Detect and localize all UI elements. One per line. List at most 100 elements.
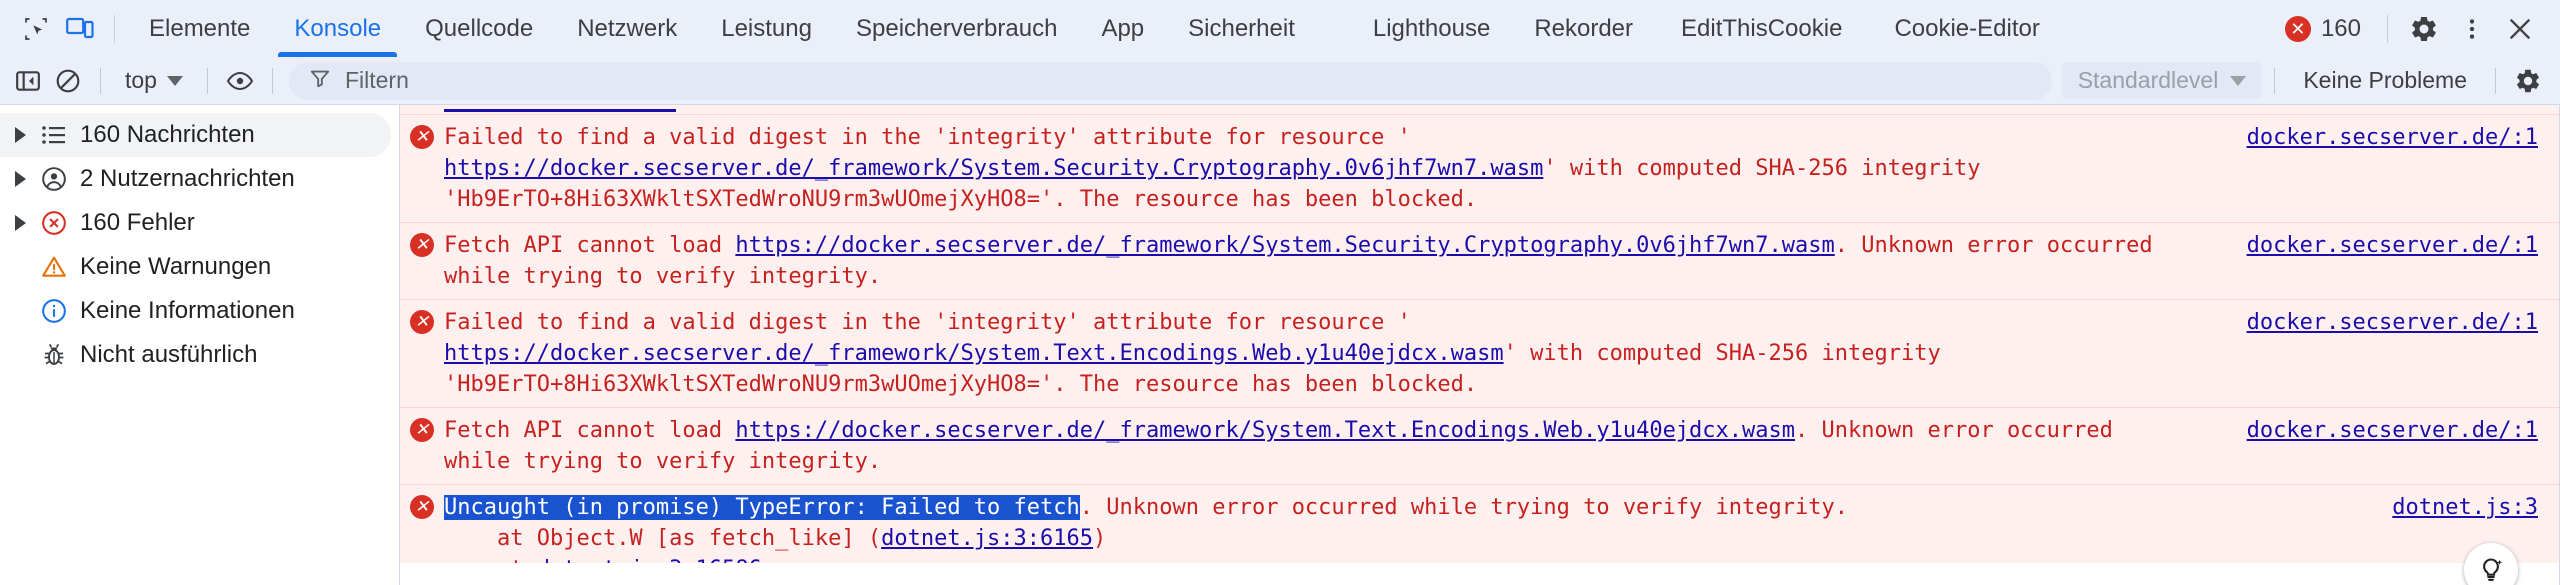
console-message-list[interactable]: ✕ Failed to find a valid digest in the '…	[400, 105, 2560, 585]
message-text-run: Fetch API cannot load	[444, 233, 736, 258]
context-selector[interactable]: top	[113, 63, 195, 98]
tab-label: App	[1101, 14, 1145, 42]
sidebar-item-label: Keine Warnungen	[80, 253, 272, 280]
devtools-tabbar: Elemente Konsole Quellcode Netzwerk Leis…	[0, 0, 2560, 57]
expand-triangle-icon[interactable]	[6, 171, 34, 187]
selected-text: Uncaught (in promise) TypeError: Failed …	[444, 495, 1080, 520]
console-message-text: Fetch API cannot load https://docker.sec…	[444, 415, 2247, 477]
console-message-text: Failed to find a valid digest in the 'in…	[444, 307, 2247, 400]
tab-label: Leistung	[721, 14, 812, 42]
clear-console-icon[interactable]	[48, 61, 88, 101]
tab-netzwerk[interactable]: Netzwerk	[555, 0, 699, 57]
inline-link[interactable]: https://docker.secserver.de/_framework/S…	[735, 233, 1834, 258]
tab-label: Konsole	[294, 14, 382, 42]
expand-triangle-icon[interactable]	[6, 215, 34, 231]
inspect-cursor-icon[interactable]	[14, 7, 58, 51]
error-icon: ✕	[400, 122, 444, 215]
source-link[interactable]: docker.secserver.de/:1	[2247, 233, 2538, 258]
panel-toggle-icon[interactable]	[8, 61, 48, 101]
gear-icon[interactable]	[2508, 61, 2548, 101]
console-message-source[interactable]: docker.secserver.de/:1	[2247, 122, 2560, 215]
message-text-run: Failed to find a valid digest in the 'in…	[444, 125, 1411, 150]
source-link[interactable]: dotnet.js:3	[2392, 495, 2538, 520]
message-text-run: Fetch API cannot load	[444, 418, 736, 443]
chevron-down-icon	[166, 75, 183, 86]
source-link[interactable]: docker.secserver.de/:1	[2247, 310, 2538, 335]
issues-status[interactable]: Keine Probleme	[2287, 67, 2483, 94]
toolbar-divider	[206, 67, 208, 94]
tab-speicherverbrauch[interactable]: Speicherverbrauch	[834, 0, 1079, 57]
expand-triangle-icon[interactable]	[6, 127, 34, 143]
tab-leistung[interactable]: Leistung	[699, 0, 834, 57]
message-text-run: . Unknown error occurred while trying to…	[1079, 495, 1848, 520]
inline-link[interactable]: https://docker.secserver.de/_framework/S…	[444, 156, 1543, 181]
sidebar-item-user-messages[interactable]: 2 Nutzernachrichten	[0, 157, 391, 201]
info-icon	[34, 298, 74, 324]
sidebar-item-label: Keine Informationen	[80, 297, 295, 324]
sidebar-item-messages[interactable]: 160 Nachrichten	[0, 113, 391, 157]
tab-lighthouse[interactable]: Lighthouse	[1351, 0, 1512, 57]
tab-quellcode[interactable]: Quellcode	[403, 0, 555, 57]
sidebar-item-info[interactable]: Keine Informationen	[0, 289, 391, 333]
tab-label: Elemente	[149, 14, 251, 42]
sidebar-item-verbose[interactable]: Nicht ausführlich	[0, 333, 391, 377]
chevron-down-icon	[2230, 75, 2247, 86]
error-icon: ✕	[400, 415, 444, 477]
error-icon: ✕	[400, 230, 444, 292]
live-expression-icon[interactable]	[220, 61, 260, 101]
console-message-row[interactable]: ✕ Fetch API cannot load https://docker.s…	[400, 408, 2560, 485]
log-level-selector[interactable]: Standardlevel	[2061, 62, 2263, 99]
inline-link[interactable]: dotnet.js:3:6165	[881, 526, 1093, 551]
tab-label: Rekorder	[1534, 14, 1634, 42]
sidebar-item-warnings[interactable]: Keine Warnungen	[0, 245, 391, 289]
tab-konsole[interactable]: Konsole	[272, 0, 403, 57]
console-message-source[interactable]: docker.secserver.de/:1	[2247, 415, 2560, 477]
error-icon: ✕	[400, 492, 444, 585]
search-input[interactable]: Filtern	[288, 61, 2052, 100]
close-icon[interactable]	[2496, 5, 2544, 53]
device-toolbar-icon[interactable]	[58, 7, 102, 51]
sidebar-item-label: Nicht ausführlich	[80, 341, 258, 368]
tab-app[interactable]: App	[1079, 0, 1166, 57]
console-message-row[interactable]: ✕ Uncaught (in promise) TypeError: Faile…	[400, 485, 2560, 585]
tab-editthiscookie[interactable]: EditThisCookie	[1655, 0, 1868, 57]
source-link[interactable]: docker.secserver.de/:1	[2247, 418, 2538, 443]
console-message-row[interactable]: ✕ Failed to find a valid digest in the '…	[400, 300, 2560, 408]
kebab-menu-icon[interactable]	[2448, 5, 2496, 53]
filter-placeholder: Filtern	[344, 67, 409, 93]
tab-rekorder[interactable]: Rekorder	[1512, 0, 1655, 57]
tab-label: Speicherverbrauch	[855, 14, 1058, 42]
sidebar-item-errors[interactable]: 160 Fehler	[0, 201, 391, 245]
issues-label: Keine Probleme	[2303, 67, 2467, 93]
console-message-text: Failed to find a valid digest in the 'in…	[444, 122, 2247, 215]
sidebar-item-label: 160 Nachrichten	[80, 121, 255, 148]
error-icon: ✕	[2284, 15, 2311, 42]
tab-elemente[interactable]: Elemente	[127, 0, 272, 57]
source-link[interactable]: docker.secserver.de/:1	[2247, 125, 2538, 150]
sidebar-item-label: 2 Nutzernachrichten	[80, 165, 295, 192]
tab-sicherheit[interactable]: Sicherheit	[1166, 0, 1317, 57]
gear-icon[interactable]	[2400, 5, 2448, 53]
tab-label: Lighthouse	[1372, 14, 1491, 42]
console-message-text: Fetch API cannot load https://docker.sec…	[444, 230, 2247, 292]
console-message-row[interactable]: ✕ Failed to find a valid digest in the '…	[400, 115, 2560, 223]
console-message-row[interactable]: ✕ Fetch API cannot load https://docker.s…	[400, 223, 2560, 300]
stack-frame: at Object.W [as fetch_like] (	[496, 526, 882, 551]
console-message-source[interactable]: docker.secserver.de/:1	[2247, 307, 2560, 400]
console-message-text: Uncaught (in promise) TypeError: Failed …	[444, 492, 2392, 585]
error-count-badge[interactable]: ✕ 160	[2271, 15, 2375, 43]
inline-link[interactable]: dotnet.js:3:16586	[537, 557, 762, 582]
sidebar-item-label: 160 Fehler	[80, 209, 195, 236]
inline-link[interactable]: https://docker.secserver.de/_framework/S…	[735, 418, 1795, 443]
list-icon	[34, 124, 74, 146]
tab-cookie-editor[interactable]: Cookie-Editor	[1868, 0, 2065, 57]
panel-tabs: Elemente Konsole Quellcode Netzwerk Leis…	[127, 0, 2271, 57]
toolbar-divider	[271, 67, 273, 94]
tabbar-divider	[114, 14, 115, 43]
tab-label: Cookie-Editor	[1894, 14, 2040, 42]
tab-label: Netzwerk	[577, 14, 678, 42]
console-toolbar: top Filtern Standardlevel Keine Probleme	[0, 57, 2560, 105]
console-message-partial[interactable]	[400, 105, 2560, 115]
inline-link[interactable]: https://docker.secserver.de/_framework/S…	[444, 341, 1504, 366]
console-message-source[interactable]: docker.secserver.de/:1	[2247, 230, 2560, 292]
